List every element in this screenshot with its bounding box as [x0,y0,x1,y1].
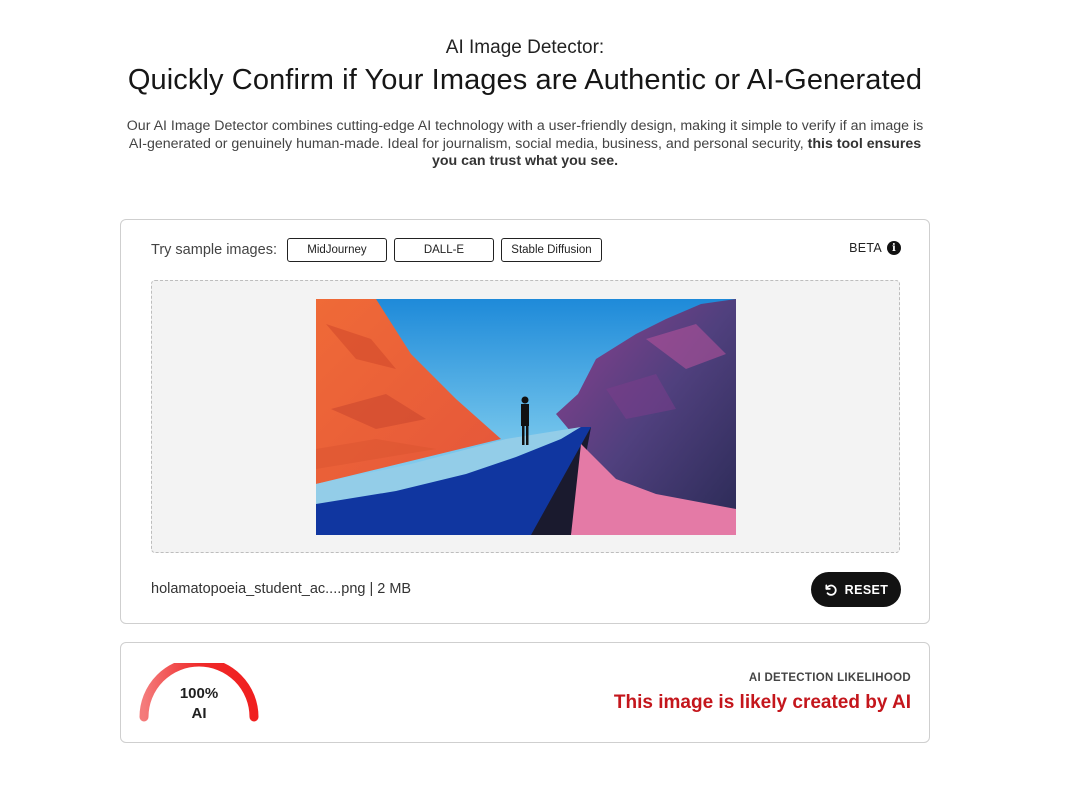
page-title: Quickly Confirm if Your Images are Authe… [127,64,923,96]
reset-button[interactable]: RESET [811,572,901,607]
gauge-unit: AI [191,705,207,722]
image-dropzone[interactable] [151,280,900,553]
likelihood-result: This image is likely created by AI [613,692,911,713]
sample-images-label: Try sample images: [151,242,277,258]
hero-description-text: Our AI Image Detector combines cutting-e… [126,118,924,152]
ai-image-detector-page: AI Image Detector: Quickly Confirm if Yo… [0,0,1065,801]
hero-kicker: AI Image Detector: [445,37,605,58]
hero-description: Our AI Image Detector combines cutting-e… [122,118,928,171]
file-info: holamatopoeia_student_ac....png | 2 MB [151,581,412,597]
sample-dall-e-button[interactable]: DALL-E [393,238,494,262]
reset-label: RESET [844,582,889,597]
uploaded-image-preview [316,299,736,535]
reset-icon [825,583,837,596]
info-icon[interactable]: i [887,241,901,255]
result-card: 100% AI AI DETECTION LIKELIHOOD This ima… [120,642,930,743]
sample-stable-diffusion-button[interactable]: Stable Diffusion [500,238,602,262]
gauge-value: 100% [179,685,219,702]
likelihood-title: AI DETECTION LIKELIHOOD [748,672,911,684]
ai-likelihood-gauge [139,663,259,722]
sample-images-row: Try sample images: MidJourney DALL-E Sta… [151,238,609,262]
beta-badge: BETA i [849,241,901,255]
sample-midjourney-button[interactable]: MidJourney [286,238,387,262]
upload-card: Try sample images: MidJourney DALL-E Sta… [120,219,930,624]
beta-label: BETA [849,241,882,255]
